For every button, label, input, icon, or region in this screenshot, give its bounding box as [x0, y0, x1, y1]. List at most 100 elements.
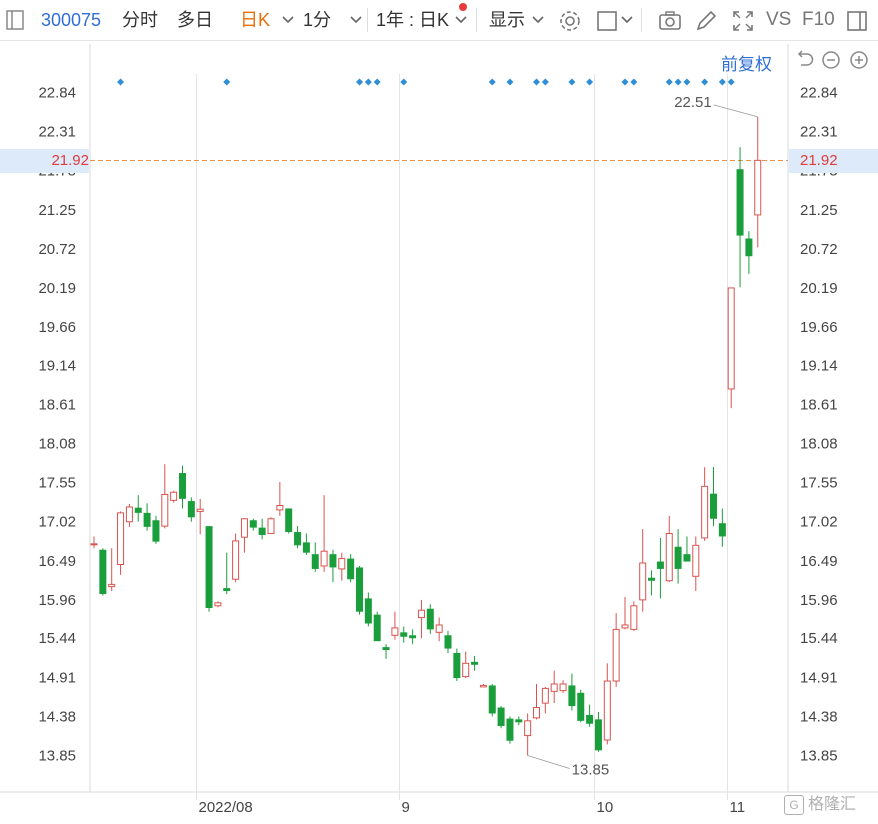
candle — [727, 287, 735, 409]
candle-body-down — [143, 512, 151, 527]
candle-body-down — [187, 501, 195, 518]
candle-body-up — [320, 550, 328, 567]
event-marker[interactable] — [541, 78, 549, 86]
tab-daily-k[interactable]: 日K — [240, 9, 270, 31]
candle-body-down — [444, 635, 452, 649]
f10-button[interactable]: F10 — [802, 9, 835, 31]
annotations: 22.51 13.85 — [527, 94, 758, 779]
notification-dot — [459, 3, 467, 11]
event-marker[interactable] — [356, 78, 363, 86]
event-marker[interactable] — [223, 78, 231, 86]
high-label: 22.51 — [674, 94, 712, 111]
candle — [205, 526, 213, 612]
chevron-down-icon[interactable] — [348, 12, 364, 28]
y-tick-label-left: 18.61 — [38, 396, 76, 413]
kline-chart[interactable]: 22.8422.3121.7821.2520.7220.1919.6619.14… — [0, 0, 878, 824]
fullscreen-icon[interactable] — [730, 8, 756, 34]
candle — [683, 536, 691, 562]
candle-body-up — [550, 683, 558, 692]
event-marker[interactable] — [621, 78, 629, 86]
event-marker[interactable] — [683, 78, 691, 86]
candle-body-up — [117, 512, 125, 565]
candle — [506, 716, 514, 744]
candle-body-down — [329, 554, 337, 568]
tab-1min[interactable]: 1分 — [303, 9, 331, 31]
event-marker[interactable] — [665, 78, 673, 86]
y-tick-label-left: 22.84 — [38, 85, 76, 102]
event-marker[interactable] — [506, 78, 514, 86]
chevron-down-icon[interactable] — [619, 12, 635, 28]
event-marker[interactable] — [701, 78, 709, 86]
candle — [594, 711, 602, 752]
candle-body-up — [108, 583, 116, 588]
event-marker[interactable] — [727, 78, 735, 86]
candle — [718, 508, 726, 547]
adjust-mode-button[interactable]: 前复权 — [721, 50, 772, 75]
y-tick-label-right: 19.14 — [800, 357, 838, 374]
watermark-logo-icon: G — [784, 794, 804, 815]
candle — [639, 529, 647, 612]
candle-body-up — [559, 683, 567, 692]
candle — [479, 683, 487, 688]
event-marker[interactable] — [718, 78, 726, 86]
event-marker[interactable] — [674, 78, 682, 86]
pencil-icon[interactable] — [693, 8, 719, 34]
event-marker[interactable] — [630, 78, 638, 86]
candle — [258, 518, 266, 540]
event-marker[interactable] — [533, 78, 540, 86]
y-tick-label-left: 15.44 — [38, 630, 76, 647]
chevron-down-icon[interactable] — [530, 12, 546, 28]
event-marker[interactable] — [373, 78, 381, 86]
candle-body-up — [276, 504, 284, 511]
candle-body-down — [710, 493, 717, 519]
stock-code[interactable]: 300075 — [41, 9, 101, 31]
candle-body-down — [674, 546, 682, 569]
event-marker[interactable] — [400, 78, 408, 86]
candle-body-up — [701, 485, 709, 539]
watermark-text: 格隆汇 — [808, 796, 857, 813]
chevron-down-icon[interactable] — [280, 12, 296, 28]
candle — [99, 548, 107, 596]
event-marker[interactable] — [488, 78, 496, 86]
sidebar-toggle-icon[interactable] — [4, 9, 26, 31]
candle-body-up — [533, 707, 540, 719]
zoom-out-icon[interactable] — [820, 49, 842, 71]
vs-button[interactable]: VS — [766, 9, 791, 31]
candle — [294, 526, 302, 549]
display-menu[interactable]: 显示 — [489, 9, 525, 31]
y-tick-label-left: 20.72 — [38, 241, 76, 258]
tab-fenshi[interactable]: 分时 — [122, 9, 158, 31]
zoom-in-icon[interactable] — [848, 49, 870, 71]
y-tick-label-right: 18.61 — [800, 396, 838, 413]
tab-duori[interactable]: 多日 — [177, 9, 213, 31]
y-tick-label-right: 21.25 — [800, 202, 838, 219]
y-tick-label-right: 14.38 — [800, 708, 838, 725]
camera-icon[interactable] — [657, 8, 683, 34]
candle-body-up — [603, 680, 611, 741]
checkbox-icon[interactable] — [595, 8, 621, 34]
candle-body-up — [417, 609, 425, 619]
candle-body-down — [648, 577, 656, 581]
event-marker[interactable] — [364, 78, 372, 86]
y-tick-label-right: 22.84 — [800, 85, 838, 102]
candle — [187, 497, 195, 522]
candle — [347, 554, 355, 583]
candle-body-up — [479, 684, 487, 688]
candle — [196, 498, 204, 535]
panel-toggle-icon[interactable] — [845, 8, 871, 34]
event-marker[interactable] — [568, 78, 576, 86]
y-tick-label-left: 21.25 — [38, 202, 76, 219]
candle — [391, 611, 399, 640]
event-marker[interactable] — [117, 78, 125, 86]
event-markers[interactable] — [117, 78, 735, 86]
y-tick-label-right: 20.19 — [800, 280, 838, 297]
candle — [674, 529, 682, 584]
candle — [444, 630, 452, 653]
undo-icon[interactable] — [794, 49, 816, 71]
event-marker[interactable] — [586, 78, 594, 86]
range-selector[interactable]: 1年 : 日K — [376, 9, 449, 31]
candle — [488, 683, 496, 717]
candle — [754, 116, 762, 248]
chevron-down-icon[interactable] — [453, 12, 469, 28]
gear-icon[interactable] — [557, 8, 583, 34]
